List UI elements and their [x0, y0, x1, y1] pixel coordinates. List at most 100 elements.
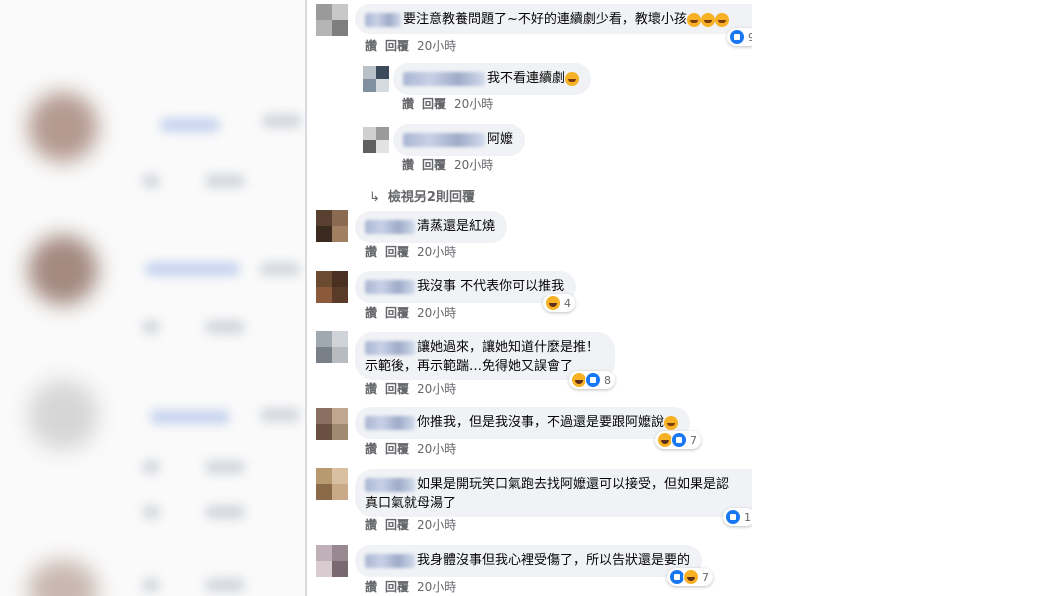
like-button[interactable]: 讚 — [365, 580, 377, 594]
like-reaction-icon — [671, 432, 687, 448]
reaction-count: 8 — [604, 373, 611, 387]
reaction-count: 7 — [690, 433, 697, 447]
blurred-text — [150, 410, 230, 424]
avatar[interactable] — [316, 545, 348, 577]
laughing-emoji-icon — [700, 13, 715, 27]
reaction-summary[interactable]: 9 — [727, 28, 752, 46]
comment-bubble: 如果是開玩笑口氣跑去找阿嬤還可以接受，但如果是認 真口氣就母湯了 — [355, 469, 752, 517]
like-button[interactable]: 讚 — [365, 382, 377, 396]
avatar[interactable] — [363, 66, 389, 92]
blurred-username[interactable] — [365, 220, 415, 234]
reply-button[interactable]: 回覆 — [385, 580, 409, 594]
avatar[interactable] — [316, 408, 348, 440]
laughing-emoji-icon — [664, 416, 679, 430]
blurred-username[interactable] — [365, 280, 415, 294]
blurred-avatar — [28, 235, 98, 305]
blurred-username[interactable] — [365, 416, 415, 430]
timestamp[interactable]: 20小時 — [417, 518, 456, 532]
like-reaction-icon — [729, 29, 745, 45]
blurred-text — [260, 408, 300, 422]
reaction-count: 9 — [748, 30, 752, 44]
like-button[interactable]: 讚 — [365, 442, 377, 456]
comment-bubble: 清蒸還是紅燒 — [355, 211, 508, 243]
timestamp[interactable]: 20小時 — [417, 442, 456, 456]
comment-bubble: 阿嬤 — [393, 124, 526, 156]
timestamp[interactable]: 20小時 — [417, 39, 456, 53]
like-button[interactable]: 讚 — [365, 39, 377, 53]
blurred-background-left — [0, 0, 306, 596]
reaction-count: 7 — [702, 570, 709, 584]
blurred-text — [142, 174, 160, 188]
like-button[interactable]: 讚 — [402, 158, 414, 172]
reply-button[interactable]: 回覆 — [422, 97, 446, 111]
like-button[interactable]: 讚 — [402, 97, 414, 111]
blurred-text — [205, 320, 245, 334]
blurred-avatar — [28, 560, 98, 596]
blurred-username[interactable] — [365, 341, 415, 355]
timestamp[interactable]: 20小時 — [454, 97, 493, 111]
blurred-username[interactable] — [365, 13, 401, 27]
haha-reaction-icon — [683, 569, 699, 585]
avatar[interactable] — [363, 127, 389, 153]
comment-text: 要注意教養問題了~不好的連續劇少看，教壞小孩 — [403, 12, 687, 27]
comment-text: 阿嬤 — [487, 132, 514, 147]
comment-actions: 讚回覆 20小時 — [365, 516, 464, 533]
blurred-text — [205, 578, 245, 592]
blurred-text — [145, 262, 240, 276]
comment-text: 你推我，但是我沒事，不過還是要跟阿嬤說 — [417, 415, 665, 430]
comment-text: 我身體沒事但我心裡受傷了，所以告狀還是要的 — [417, 553, 691, 568]
like-button[interactable]: 讚 — [365, 306, 377, 320]
reply-button[interactable]: 回覆 — [385, 39, 409, 53]
timestamp[interactable]: 20小時 — [417, 382, 456, 396]
avatar[interactable] — [316, 210, 348, 242]
reaction-summary[interactable]: 8 — [569, 371, 615, 389]
view-more-replies-link[interactable]: ↳ 檢視另2則回覆 — [369, 186, 475, 205]
blurred-text — [205, 505, 245, 519]
reaction-summary[interactable]: 7 — [655, 431, 701, 449]
avatar[interactable] — [316, 4, 348, 36]
comment-actions: 讚回覆 20小時 — [365, 440, 464, 457]
like-reaction-icon — [585, 372, 601, 388]
comment-actions: 讚回覆 20小時 — [365, 37, 464, 54]
comment-actions: 讚回覆 20小時 — [365, 243, 464, 260]
timestamp[interactable]: 20小時 — [454, 158, 493, 172]
reaction-summary[interactable]: 4 — [543, 294, 575, 312]
reaction-summary[interactable]: 1 — [723, 508, 752, 526]
reply-button[interactable]: 回覆 — [385, 518, 409, 532]
timestamp[interactable]: 20小時 — [417, 306, 456, 320]
blurred-text — [262, 114, 302, 128]
blurred-text — [205, 174, 245, 188]
timestamp[interactable]: 20小時 — [417, 580, 456, 594]
view-more-replies-label: 檢視另2則回覆 — [387, 190, 475, 205]
comment-actions: 讚回覆 20小時 — [365, 578, 464, 595]
blurred-username[interactable] — [403, 133, 485, 147]
blurred-username[interactable] — [365, 554, 415, 568]
reaction-count: 4 — [564, 296, 571, 310]
comment-bubble: 要注意教養問題了~不好的連續劇少看，教壞小孩 — [355, 4, 752, 34]
reply-button[interactable]: 回覆 — [422, 158, 446, 172]
blurred-username[interactable] — [403, 72, 485, 86]
like-button[interactable]: 讚 — [365, 245, 377, 259]
reply-button[interactable]: 回覆 — [385, 306, 409, 320]
reply-button[interactable]: 回覆 — [385, 442, 409, 456]
like-button[interactable]: 讚 — [365, 518, 377, 532]
comment-text-line2: 示範後，再示範踹…免得她又誤會了 — [365, 358, 574, 374]
avatar[interactable] — [316, 271, 348, 303]
reaction-summary[interactable]: 7 — [667, 568, 713, 586]
reply-arrow-icon: ↳ — [369, 190, 380, 205]
comment-text-line1: 如果是開玩笑口氣跑去找阿嬤還可以接受，但如果是認 — [417, 477, 730, 492]
reply-button[interactable]: 回覆 — [385, 382, 409, 396]
comment-actions: 讚回覆 20小時 — [365, 380, 464, 397]
blurred-text — [142, 578, 160, 592]
comment-text-line2: 真口氣就母湯了 — [365, 495, 457, 511]
blurred-text — [142, 505, 160, 519]
avatar[interactable] — [316, 331, 348, 363]
timestamp[interactable]: 20小時 — [417, 245, 456, 259]
blurred-text — [142, 460, 160, 474]
reply-button[interactable]: 回覆 — [385, 245, 409, 259]
avatar[interactable] — [316, 468, 348, 500]
laughing-emoji-icon — [686, 13, 701, 27]
blurred-username[interactable] — [365, 478, 415, 492]
blurred-avatar — [28, 92, 98, 162]
comment-panel: 要注意教養問題了~不好的連續劇少看，教壞小孩 9 讚回覆 20小時 我不看連續劇 … — [307, 0, 752, 596]
